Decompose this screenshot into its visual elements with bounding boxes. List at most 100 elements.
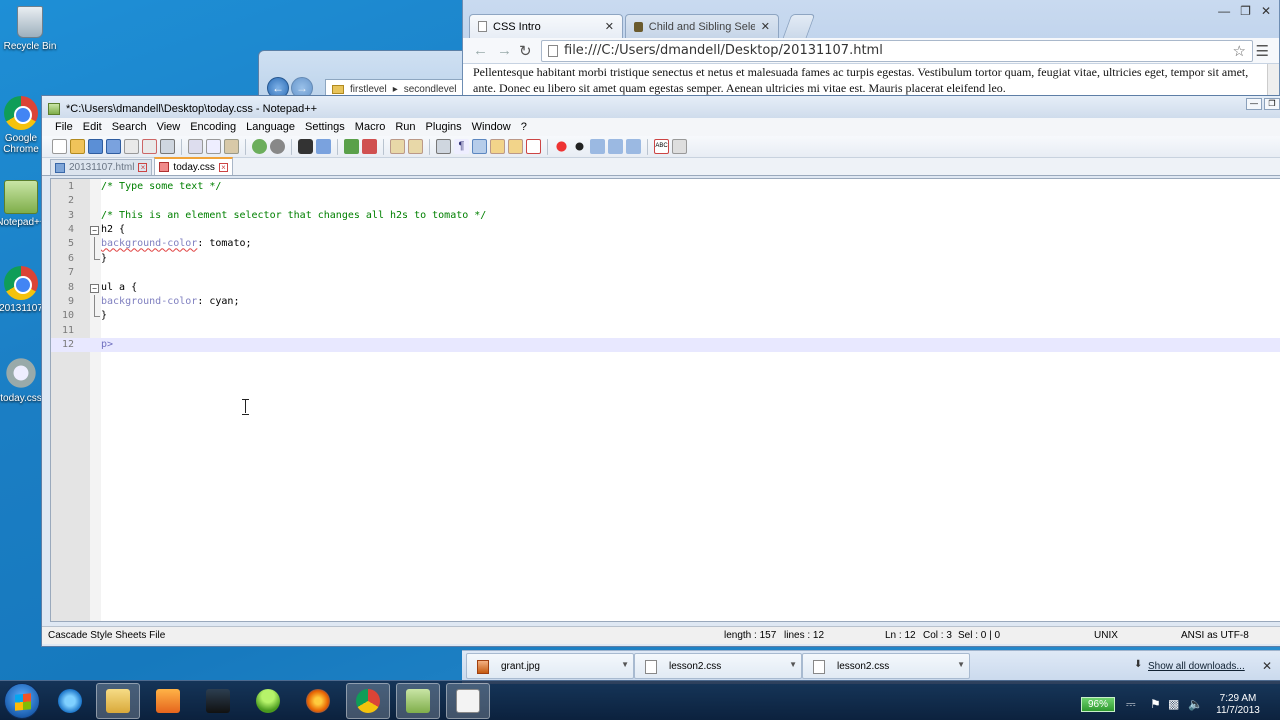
chevron-down-icon[interactable]: ▼ xyxy=(957,660,965,669)
close-icon[interactable]: ✕ xyxy=(1262,659,1272,673)
sync-vertical-icon[interactable] xyxy=(390,139,405,154)
new-tab-button[interactable] xyxy=(782,14,816,38)
word-wrap-icon[interactable] xyxy=(436,139,451,154)
close-icon[interactable]: ✕ xyxy=(761,20,770,33)
menu-edit[interactable]: Edit xyxy=(78,121,107,133)
doc-tab-css[interactable]: today.css × xyxy=(154,157,233,175)
power-plug-icon[interactable]: ⎓ xyxy=(1126,697,1136,712)
close-button[interactable]: ✕ xyxy=(1261,4,1271,18)
taskbar-notepad-plus-plus[interactable] xyxy=(396,683,440,719)
fold-toggle-icon[interactable]: − xyxy=(90,226,99,236)
code-editor[interactable]: 1 /* Type some text */ 2 3 /* This is an… xyxy=(50,178,1280,622)
cut-icon[interactable] xyxy=(188,139,203,154)
spell-check-icon[interactable]: ABC xyxy=(654,139,669,154)
play-multiple-icon[interactable] xyxy=(608,139,623,154)
menu-view[interactable]: View xyxy=(152,121,186,133)
chevron-down-icon[interactable]: ▼ xyxy=(621,660,629,669)
download-item[interactable]: lesson2.css ▼ xyxy=(802,653,970,679)
new-file-icon[interactable] xyxy=(52,139,67,154)
scrollbar[interactable] xyxy=(1267,64,1279,99)
taskbar-chrome[interactable] xyxy=(346,683,390,719)
indent-guide-icon[interactable] xyxy=(472,139,487,154)
menu-help[interactable]: ? xyxy=(516,121,532,133)
save-icon[interactable] xyxy=(88,139,103,154)
show-all-chars-icon[interactable]: ¶ xyxy=(454,139,469,154)
menu-file[interactable]: File xyxy=(50,121,78,133)
desktop-icon-notepad-plus-plus[interactable]: Notepad++ xyxy=(0,180,46,229)
show-all-downloads-link[interactable]: Show all downloads... xyxy=(1148,661,1245,672)
close-icon[interactable]: × xyxy=(138,163,148,172)
menu-encoding[interactable]: Encoding xyxy=(185,121,241,133)
close-all-icon[interactable] xyxy=(142,139,157,154)
taskbar-window[interactable] xyxy=(446,683,490,719)
network-icon[interactable]: ▩ xyxy=(1168,697,1179,711)
doc-map-icon[interactable] xyxy=(508,139,523,154)
desktop-icon-today-css[interactable]: today.css xyxy=(0,356,46,404)
browser-tab-css-intro[interactable]: CSS Intro ✕ xyxy=(469,14,623,38)
open-file-icon[interactable] xyxy=(70,139,85,154)
menu-search[interactable]: Search xyxy=(107,121,152,133)
minimize-button[interactable]: — xyxy=(1246,98,1262,110)
browser-tab-child-sibling[interactable]: Child and Sibling Selector ✕ xyxy=(625,14,779,38)
address-bar[interactable]: file:///C:/Users/dmandell/Desktop/201311… xyxy=(541,40,1253,62)
play-macro-icon[interactable] xyxy=(590,139,605,154)
doc-tab-html[interactable]: 20131107.html × xyxy=(50,159,153,175)
save-all-icon[interactable] xyxy=(106,139,121,154)
minimize-button[interactable]: — xyxy=(1218,4,1230,18)
menu-plugins[interactable]: Plugins xyxy=(421,121,467,133)
sync-horizontal-icon[interactable] xyxy=(408,139,423,154)
download-item[interactable]: lesson2.css ▼ xyxy=(634,653,802,679)
redo-icon[interactable] xyxy=(270,139,285,154)
notepad-window[interactable]: *C:\Users\dmandell\Desktop\today.css - N… xyxy=(41,95,1280,647)
taskbar-explorer[interactable] xyxy=(96,683,140,719)
back-button[interactable]: ← xyxy=(473,42,488,59)
menu-language[interactable]: Language xyxy=(241,121,300,133)
restore-button[interactable]: ❐ xyxy=(1264,98,1280,110)
flag-icon[interactable]: ⚑ xyxy=(1150,697,1161,711)
taskbar-media-player[interactable] xyxy=(146,683,190,719)
desktop-icon-recycle-bin[interactable]: Recycle Bin xyxy=(0,6,60,52)
zoom-in-icon[interactable] xyxy=(344,139,359,154)
menu-run[interactable]: Run xyxy=(390,121,420,133)
replace-icon[interactable] xyxy=(316,139,331,154)
plugin-icon[interactable] xyxy=(672,139,687,154)
bookmark-star-icon[interactable]: ☆ xyxy=(1233,42,1246,60)
start-button[interactable] xyxy=(4,683,40,719)
taskbar-app[interactable] xyxy=(196,683,240,719)
paste-icon[interactable] xyxy=(224,139,239,154)
desktop-icon-20131107[interactable]: 20131107 xyxy=(0,266,46,314)
volume-icon[interactable]: 🔈 xyxy=(1188,697,1203,711)
function-list-icon[interactable] xyxy=(526,139,541,154)
print-icon[interactable] xyxy=(160,139,175,154)
zoom-out-icon[interactable] xyxy=(362,139,377,154)
menu-window[interactable]: Window xyxy=(467,121,516,133)
close-icon[interactable]: ✕ xyxy=(605,20,614,33)
taskbar-messenger[interactable] xyxy=(246,683,290,719)
download-item[interactable]: grant.jpg ▼ xyxy=(466,653,634,679)
record-macro-icon[interactable] xyxy=(554,139,569,154)
copy-icon[interactable] xyxy=(206,139,221,154)
system-clock[interactable]: 7:29 AM 11/7/2013 xyxy=(1208,693,1268,717)
breadcrumb-item[interactable]: secondlevel xyxy=(404,84,457,95)
reload-button[interactable]: ↻ xyxy=(519,42,532,60)
taskbar-ie[interactable] xyxy=(48,683,92,719)
stop-macro-icon[interactable] xyxy=(572,139,587,154)
close-icon[interactable]: × xyxy=(218,162,228,172)
desktop-icon-chrome[interactable]: Google Chrome xyxy=(0,96,46,157)
chevron-down-icon[interactable]: ▼ xyxy=(789,660,797,669)
restore-button[interactable]: ❐ xyxy=(1240,4,1251,18)
taskbar-firefox[interactable] xyxy=(296,683,340,719)
menu-settings[interactable]: Settings xyxy=(300,121,350,133)
browser-window[interactable]: CSS Intro ✕ Child and Sibling Selector ✕… xyxy=(462,0,1280,100)
close-file-icon[interactable] xyxy=(124,139,139,154)
menu-macro[interactable]: Macro xyxy=(350,121,391,133)
forward-button[interactable]: → xyxy=(497,42,512,59)
user-lang-icon[interactable] xyxy=(490,139,505,154)
menu-icon[interactable]: ☰ xyxy=(1256,42,1269,60)
breadcrumb-item[interactable]: firstlevel xyxy=(350,84,387,95)
fold-toggle-icon[interactable]: − xyxy=(90,283,99,293)
title-bar[interactable]: *C:\Users\dmandell\Desktop\today.css - N… xyxy=(42,96,1280,118)
save-macro-icon[interactable] xyxy=(626,139,641,154)
find-icon[interactable] xyxy=(298,139,313,154)
battery-indicator[interactable]: 96% xyxy=(1081,697,1115,712)
